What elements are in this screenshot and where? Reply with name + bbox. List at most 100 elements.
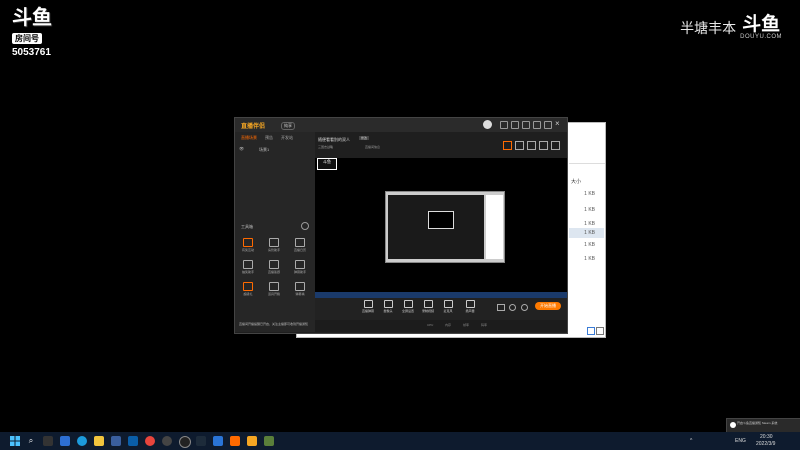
douyu-live-companion-window[interactable]: 直播伴侣 纯享 × 直播场景 预告 开发站 👁 场景1 工具箱 有奖互动 房管助… <box>234 117 568 334</box>
category-label[interactable]: 三国志战略 <box>318 145 333 149</box>
status-mem: 内存 <box>445 323 452 327</box>
control-speaker[interactable]: 扬声器 <box>461 300 479 313</box>
tool-item[interactable]: 直播日历 <box>289 238 311 252</box>
control-danmaku[interactable]: 直播弹幕 <box>359 300 377 313</box>
record-icon <box>423 300 433 308</box>
douyu-companion-icon[interactable] <box>230 436 240 446</box>
control-label: 摄像头 <box>383 309 393 313</box>
steam-icon[interactable] <box>196 436 206 446</box>
tool-item[interactable]: 道具开箱 <box>263 282 285 296</box>
bag-icon[interactable] <box>527 141 536 150</box>
mail-icon[interactable] <box>539 141 548 150</box>
tool-item[interactable]: 超级礼 <box>237 282 259 296</box>
chrome-icon[interactable] <box>145 436 155 446</box>
status-fps: 帧率 <box>463 323 470 327</box>
eye-icon[interactable]: 👁 <box>239 146 244 151</box>
status-cpu: CPU <box>427 323 434 327</box>
skin-icon[interactable] <box>522 121 530 129</box>
tool-label: 弹幕助手 <box>293 270 306 274</box>
tool-label: 房管助手 <box>267 248 280 252</box>
notification-text: 开启斗鱼直播通知 Steam 系统 <box>737 421 778 425</box>
wall-icon <box>295 282 305 291</box>
control-label: 麦克风 <box>443 309 453 313</box>
file-size: 1 KB <box>584 256 595 262</box>
quiz-icon <box>269 260 279 269</box>
tab-dev[interactable]: 开发站 <box>281 135 293 141</box>
close-icon[interactable]: × <box>555 119 560 128</box>
edge-icon[interactable] <box>77 436 87 446</box>
language-indicator[interactable]: ENG <box>735 438 746 444</box>
ticker-text: 直播间开播提醒已开启，关注主播即可收到开播通知 <box>239 322 309 326</box>
settings-icon[interactable] <box>511 121 519 129</box>
tab-preview[interactable]: 预告 <box>265 135 273 141</box>
control-camera[interactable]: 摄像头 <box>379 300 397 313</box>
tray-chevron-icon[interactable]: ^ <box>690 438 692 444</box>
start-live-button[interactable]: 开始直播 <box>535 302 561 310</box>
app-icon[interactable] <box>162 436 172 446</box>
maximize-icon[interactable] <box>544 121 552 129</box>
lock-icon[interactable] <box>515 141 524 150</box>
control-fullscreen[interactable]: 全屏设置 <box>399 300 417 313</box>
control-record[interactable]: 录制视频 <box>419 300 437 313</box>
widgets-icon[interactable] <box>60 436 70 446</box>
control-label: 录制视频 <box>421 309 434 313</box>
tiles-view-icon[interactable] <box>596 327 604 335</box>
tool-item[interactable]: 弹幕墙 <box>289 282 311 296</box>
video-icon[interactable] <box>497 304 505 311</box>
camera-icon <box>383 300 393 308</box>
clock-time[interactable]: 20:30 <box>760 434 773 440</box>
settings-icon[interactable] <box>521 304 528 311</box>
fullscreen-icon <box>403 300 413 308</box>
tool-item[interactable]: 抽奖助手 <box>237 260 259 274</box>
room-label: 房间号 <box>12 33 42 44</box>
search-icon[interactable]: ⌕ <box>26 436 36 446</box>
tool-label: 抽奖助手 <box>241 270 254 274</box>
minimize-icon[interactable] <box>533 121 541 129</box>
tool-item[interactable]: 直播答题 <box>263 260 285 274</box>
edit-title-button[interactable]: 修改 <box>359 136 370 140</box>
file-size: 1 KB <box>584 242 595 248</box>
folder-icon[interactable] <box>247 436 257 446</box>
game-icon[interactable] <box>264 436 274 446</box>
tool-item[interactable]: 弹幕助手 <box>289 260 311 274</box>
message-icon[interactable] <box>500 121 508 129</box>
avatar[interactable] <box>483 120 492 129</box>
danmaku-icon <box>295 260 305 269</box>
sidebar: 直播场景 预告 开发站 👁 场景1 工具箱 有奖互动 房管助手 直播日历 抽奖助… <box>235 132 315 332</box>
file-explorer-icon[interactable] <box>94 436 104 446</box>
control-mic[interactable]: 麦克风 <box>439 300 457 313</box>
gear-icon[interactable] <box>509 304 516 311</box>
toolbox-settings-icon[interactable] <box>301 222 309 230</box>
file-size: 1 KB <box>584 191 595 197</box>
app-titlebar: 直播伴侣 纯享 × <box>235 118 567 132</box>
mic-icon <box>443 300 453 308</box>
more-icon[interactable] <box>551 141 560 150</box>
tool-item[interactable]: 房管助手 <box>263 238 285 252</box>
control-label: 全屏设置 <box>401 309 414 313</box>
windows-taskbar: ⌕ ^ ENG 20:30 2022/3/9 <box>0 432 800 450</box>
tab-scene[interactable]: 直播场景 <box>241 135 257 141</box>
start-icon[interactable] <box>10 436 20 446</box>
mail-icon[interactable] <box>128 436 138 446</box>
share-icon[interactable] <box>503 141 512 150</box>
details-view-icon[interactable] <box>587 327 595 335</box>
stream-preview[interactable]: 斗鱼 <box>315 158 567 296</box>
tool-label: 道具开箱 <box>267 292 280 296</box>
scene-item[interactable]: 场景1 <box>259 147 269 153</box>
tool-label: 弹幕墙 <box>295 292 305 296</box>
gift-icon <box>243 238 253 247</box>
task-view-icon[interactable] <box>43 436 53 446</box>
app2-icon[interactable] <box>213 436 223 446</box>
clock-date[interactable]: 2022/3/9 <box>756 441 775 447</box>
status-bitrate: 码率 <box>481 323 488 327</box>
tool-label: 直播日历 <box>293 248 306 252</box>
file-size: 1 KB <box>584 207 595 213</box>
obs-icon[interactable] <box>179 436 191 448</box>
store-icon[interactable] <box>111 436 121 446</box>
calendar-icon <box>295 238 305 247</box>
version-badge[interactable]: 纯享 <box>281 122 295 130</box>
file-size: 1 KB <box>584 230 595 236</box>
toolbox-heading: 工具箱 <box>241 224 253 229</box>
tool-item[interactable]: 有奖互动 <box>237 238 259 252</box>
nested-app <box>388 195 484 259</box>
